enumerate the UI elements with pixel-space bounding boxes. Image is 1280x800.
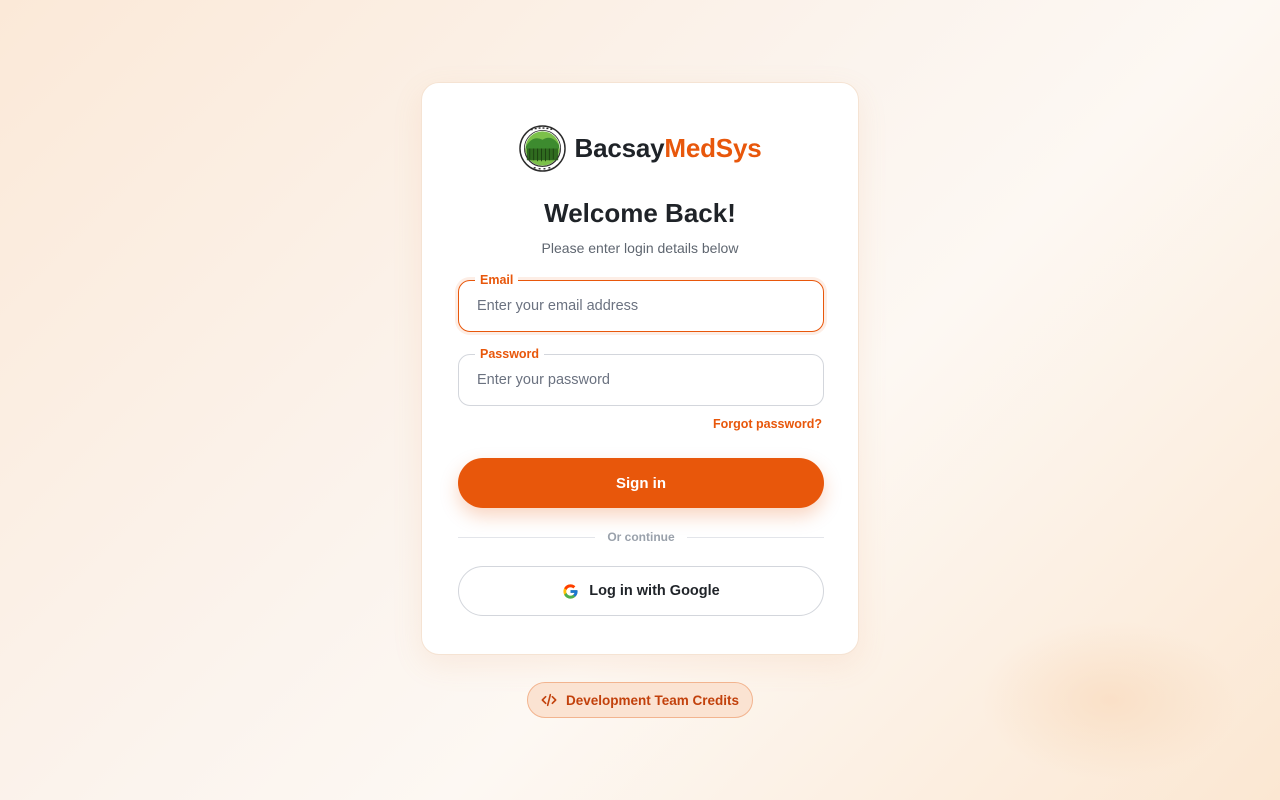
- or-continue-divider: Or continue: [458, 529, 824, 545]
- brand-name-part1: Bacsay: [574, 133, 665, 163]
- code-icon: [541, 693, 557, 707]
- divider-label: Or continue: [607, 530, 675, 544]
- login-card: BacsayMedSys Welcome Back! Please enter …: [421, 82, 859, 655]
- email-input[interactable]: [459, 281, 823, 331]
- email-field-wrapper: Email: [458, 272, 824, 332]
- brand-header: BacsayMedSys: [422, 125, 858, 172]
- google-icon: [563, 583, 578, 599]
- development-team-credits-button[interactable]: Development Team Credits: [527, 682, 753, 718]
- password-field-wrapper: Password: [458, 346, 824, 406]
- brand-name: BacsayMedSys: [575, 133, 762, 164]
- page-title: Welcome Back!: [544, 198, 736, 228]
- google-login-button[interactable]: Log in with Google: [458, 566, 824, 616]
- password-input[interactable]: [459, 355, 823, 405]
- forgot-password-link[interactable]: Forgot password?: [713, 417, 822, 431]
- page-subtitle: Please enter login details below: [541, 240, 739, 256]
- municipal-seal-logo: [518, 125, 566, 172]
- google-login-label: Log in with Google: [589, 583, 720, 599]
- divider-line-right: [686, 536, 824, 538]
- brand-name-part2: MedSys: [664, 133, 762, 163]
- sign-in-button[interactable]: Sign in: [458, 458, 824, 508]
- divider-line-left: [458, 536, 596, 538]
- credits-label: Development Team Credits: [565, 692, 740, 708]
- background-glow: [980, 620, 1240, 780]
